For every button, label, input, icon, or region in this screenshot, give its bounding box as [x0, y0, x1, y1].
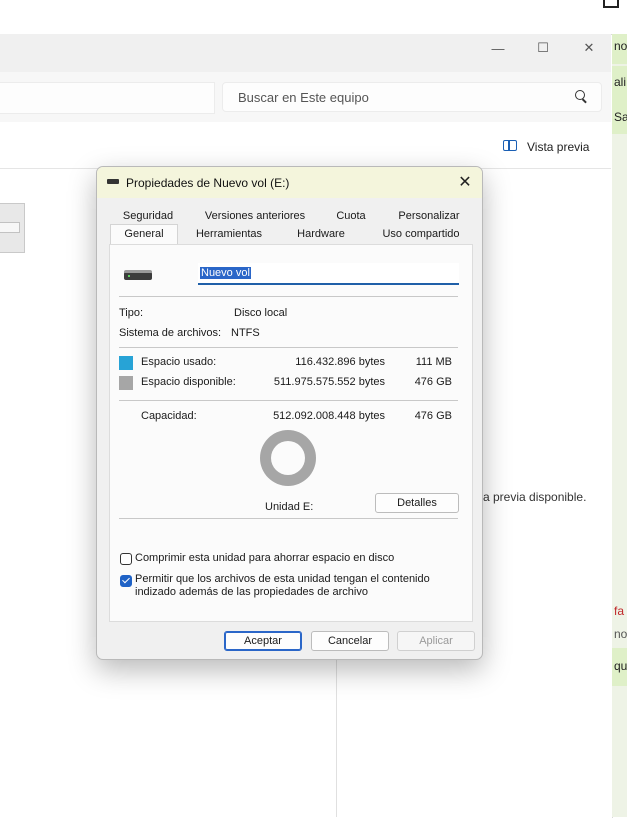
close-window-button[interactable]: ✕	[574, 38, 604, 58]
apply-button[interactable]: Aplicar	[397, 631, 475, 651]
used-space-size: 111 MB	[415, 356, 452, 368]
drive-icon	[124, 270, 152, 280]
drive-tile-bar	[0, 222, 20, 233]
ok-button[interactable]: Aceptar	[224, 631, 302, 651]
chat-fragment: fa	[614, 604, 625, 618]
filesystem-value: NTFS	[231, 327, 260, 339]
tab-general[interactable]: General	[110, 224, 178, 245]
used-space-swatch	[119, 356, 133, 370]
properties-dialog: Propiedades de Nuevo vol (E:) ✕ Segurida…	[96, 166, 483, 660]
disk-usage-chart-hole	[271, 441, 305, 475]
cancel-button[interactable]: Cancelar	[311, 631, 389, 651]
index-checkbox[interactable]	[120, 575, 132, 587]
free-space-swatch	[119, 376, 133, 390]
window-corner-icon	[603, 0, 619, 8]
tab-herramientas[interactable]: Herramientas	[186, 227, 272, 242]
pane-divider	[336, 660, 337, 817]
preview-pane-icon[interactable]	[503, 140, 517, 151]
divider	[119, 347, 458, 348]
compress-label[interactable]: Comprimir esta unidad para ahorrar espac…	[135, 552, 394, 564]
chat-fragment: qu	[614, 659, 627, 673]
tab-hardware[interactable]: Hardware	[287, 227, 355, 242]
no-preview-text: a previa disponible.	[483, 490, 587, 504]
chat-fragment: ali	[614, 75, 627, 89]
type-value: Disco local	[234, 307, 288, 319]
chat-strip	[612, 34, 627, 817]
free-space-size: 476 GB	[414, 376, 452, 388]
explorer-titlebar	[0, 34, 611, 72]
chat-fragment: no	[614, 627, 627, 641]
search-placeholder: Buscar en Este equipo	[238, 90, 369, 105]
command-bar	[0, 122, 611, 169]
preview-pane-button[interactable]: Vista previa	[527, 140, 589, 154]
tab-versiones-anteriores[interactable]: Versiones anteriores	[200, 209, 310, 224]
compress-checkbox[interactable]	[120, 553, 132, 565]
drive-title-icon	[107, 179, 119, 184]
tab-uso-compartido[interactable]: Uso compartido	[375, 227, 467, 242]
divider	[119, 400, 458, 401]
dialog-close-button[interactable]: ✕	[455, 173, 475, 193]
capacity-bytes: 512.092.008.448 bytes	[273, 410, 385, 422]
maximize-button[interactable]: ☐	[528, 38, 558, 58]
free-space-bytes: 511.975.575.552 bytes	[273, 376, 385, 388]
search-icon[interactable]	[575, 90, 585, 100]
details-button[interactable]: Detalles	[375, 493, 459, 513]
disk-usage-chart	[260, 430, 316, 486]
filesystem-label: Sistema de archivos:	[119, 327, 222, 339]
free-space-label: Espacio disponible:	[141, 376, 236, 388]
used-space-bytes: 116.432.896 bytes	[295, 356, 385, 368]
divider	[119, 518, 458, 519]
index-label-line1[interactable]: Permitir que los archivos de esta unidad…	[135, 573, 430, 585]
index-label-line2[interactable]: indizado además de las propiedades de ar…	[135, 586, 368, 598]
address-bar[interactable]	[0, 82, 215, 114]
chat-fragment: no	[614, 39, 627, 53]
tab-personalizar[interactable]: Personalizar	[391, 209, 467, 224]
capacity-size: 476 GB	[414, 410, 452, 422]
unit-label: Unidad E:	[265, 501, 314, 513]
type-label: Tipo:	[119, 307, 144, 319]
tab-seguridad[interactable]: Seguridad	[113, 209, 183, 224]
tab-cuota[interactable]: Cuota	[327, 209, 375, 224]
used-space-label: Espacio usado:	[141, 356, 217, 368]
volume-name-field[interactable]: Nuevo vol	[198, 263, 459, 285]
dialog-title: Propiedades de Nuevo vol (E:)	[126, 176, 290, 190]
chat-fragment: Sal	[614, 110, 627, 124]
minimize-button[interactable]: —	[483, 38, 513, 58]
volume-name-value: Nuevo vol	[200, 267, 251, 279]
capacity-label: Capacidad:	[141, 410, 197, 422]
divider	[119, 296, 458, 297]
